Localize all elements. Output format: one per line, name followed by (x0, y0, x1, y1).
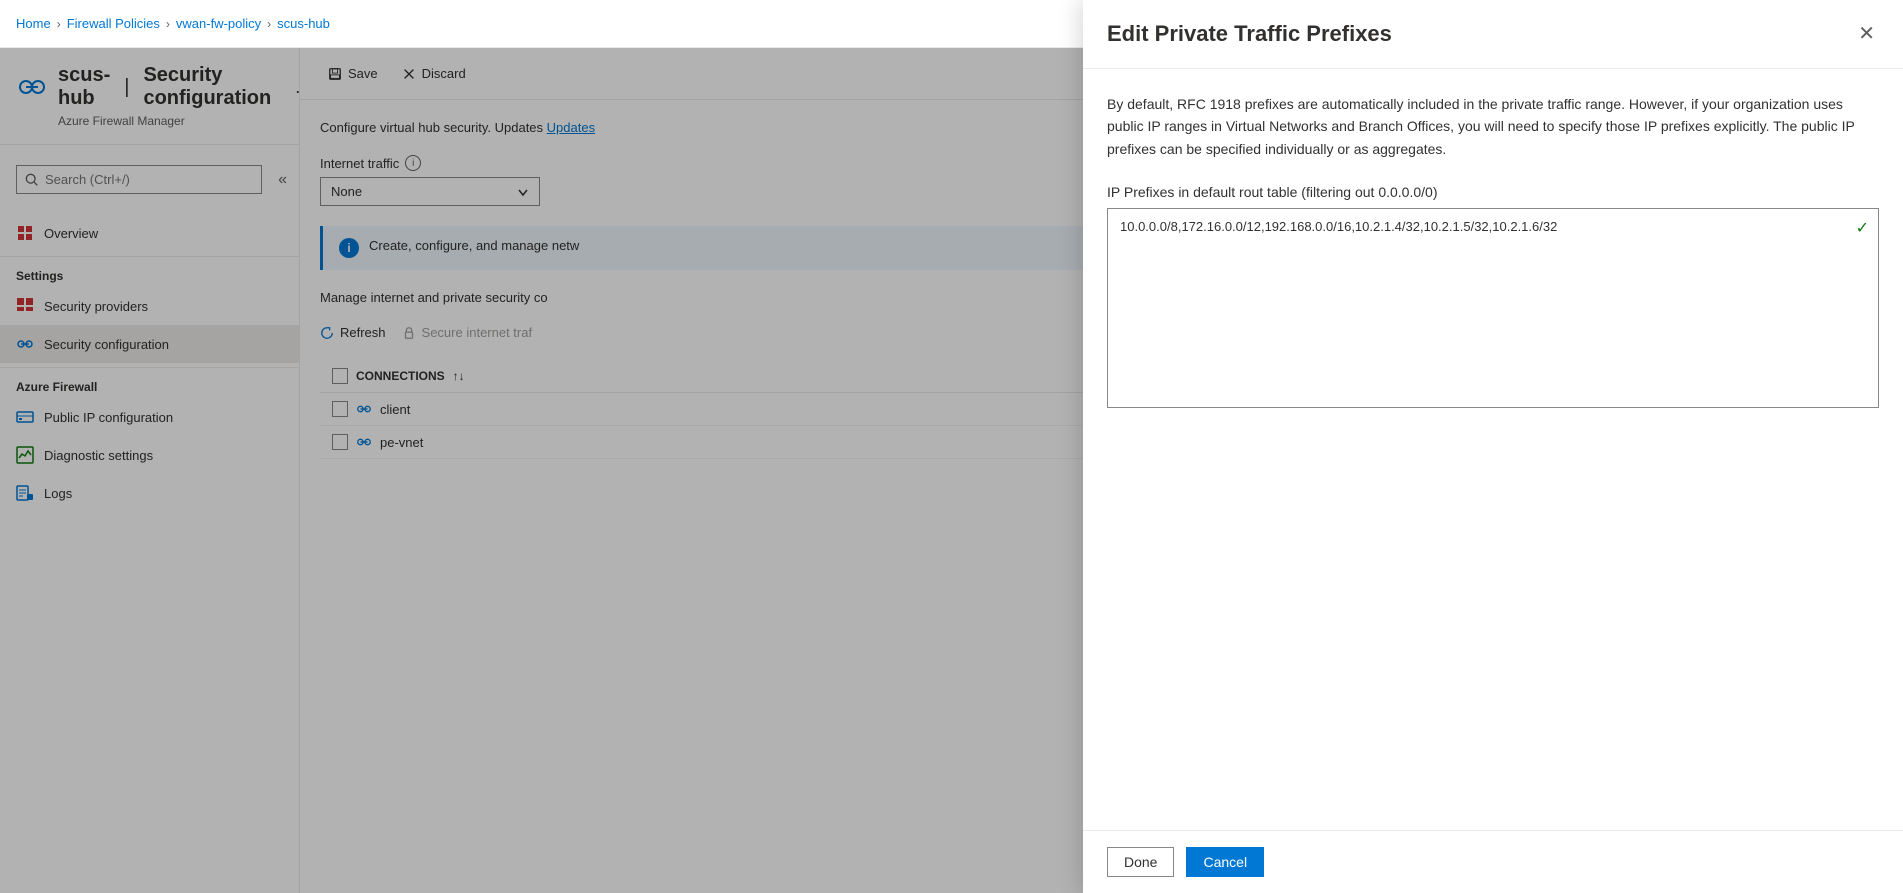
breadcrumb-scus-hub[interactable]: scus-hub (277, 16, 330, 31)
panel-description: By default, RFC 1918 prefixes are automa… (1107, 93, 1879, 160)
breadcrumb-vwan[interactable]: vwan-fw-policy (176, 16, 261, 31)
breadcrumb-sep-3: › (267, 17, 271, 31)
edit-panel: Edit Private Traffic Prefixes ✕ By defau… (1083, 48, 1903, 893)
ip-prefixes-label: IP Prefixes in default rout table (filte… (1107, 184, 1879, 200)
done-button[interactable]: Done (1107, 847, 1174, 877)
panel-footer: Done Cancel (1083, 830, 1903, 893)
breadcrumb: Home › Firewall Policies › vwan-fw-polic… (16, 16, 330, 31)
valid-checkmark-icon: ✓ (1856, 218, 1869, 238)
ip-prefixes-field: IP Prefixes in default rout table (filte… (1107, 184, 1879, 411)
breadcrumb-sep-1: › (57, 17, 61, 31)
cancel-button[interactable]: Cancel (1186, 847, 1264, 877)
main-layout: scus-hub | Security configuration ... Az… (0, 48, 1903, 893)
breadcrumb-sep-2: › (166, 17, 170, 31)
ip-textarea-wrapper: ✓ (1107, 208, 1879, 411)
breadcrumb-firewall-policies[interactable]: Firewall Policies (67, 16, 160, 31)
panel-header: Edit Private Traffic Prefixes ✕ (1083, 48, 1903, 69)
ip-prefixes-input[interactable] (1107, 208, 1879, 408)
breadcrumb-home[interactable]: Home (16, 16, 51, 31)
panel-body: By default, RFC 1918 prefixes are automa… (1083, 69, 1903, 830)
